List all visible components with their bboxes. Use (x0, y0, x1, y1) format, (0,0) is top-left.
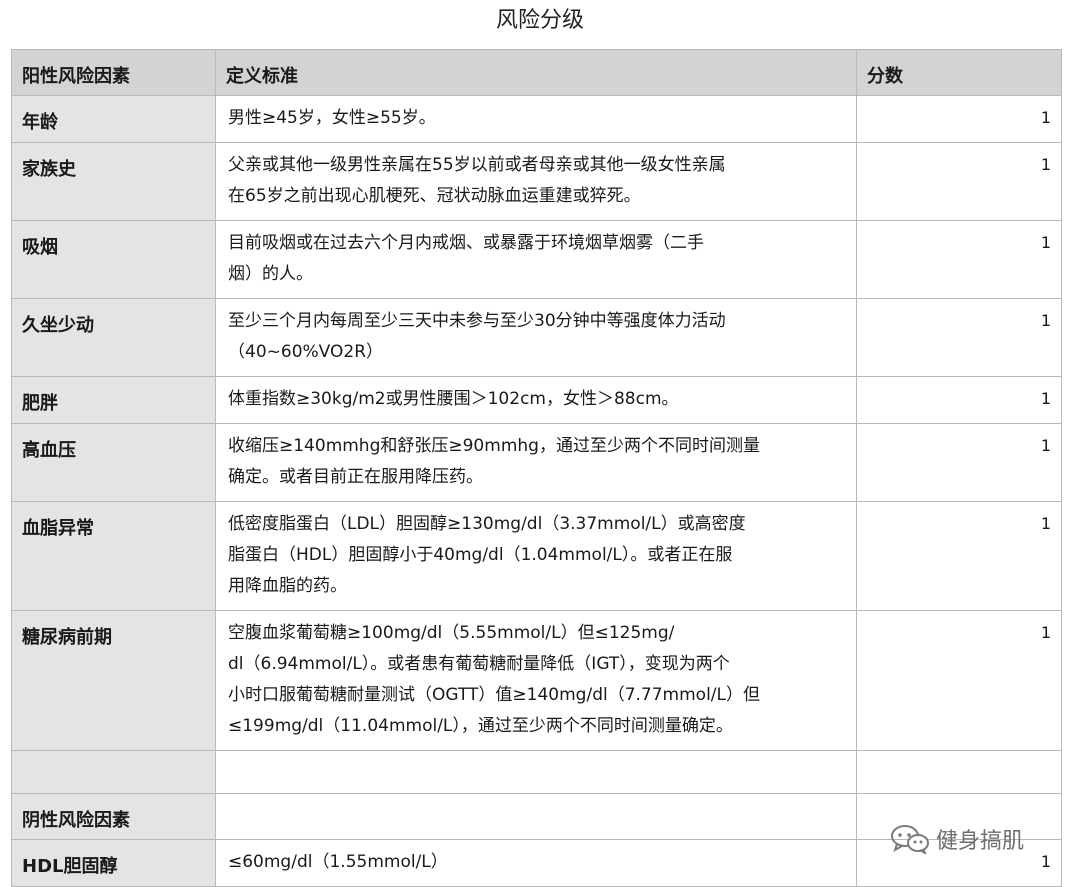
definition-line: 脂蛋白（HDL）胆固醇小于40mg/dl（1.04mmol/L）。或者正在服 (228, 545, 733, 565)
table-row (11, 750, 1062, 794)
risk-factor-cell: 肥胖 (11, 376, 216, 424)
definition-line: 用降血脂的药。 (228, 576, 347, 596)
definition-line: 烟）的人。 (228, 264, 313, 284)
definition-line: 在65岁之前出现心肌梗死、冠状动脉血运重建或猝死。 (228, 186, 641, 206)
definition-cell: 父亲或其他一级男性亲属在55岁以前或者母亲或其他一级女性亲属 在65岁之前出现心肌… (215, 142, 857, 221)
column-header: 定义标准 (215, 49, 857, 96)
definition-line: 确定。或者目前正在服用降压药。 (228, 467, 483, 487)
table-row: 吸烟 目前吸烟或在过去六个月内戒烟、或暴露于环境烟草烟雾（二手 烟）的人。 1 (11, 220, 1062, 299)
definition-line: 至少三个月内每周至少三天中未参与至少30分钟中等强度体力活动 (228, 311, 726, 331)
risk-factor-cell: HDL胆固醇 (11, 839, 216, 887)
column-header: 分数 (856, 49, 1062, 96)
watermark-text: 健身搞肌 (936, 829, 1025, 854)
risk-factor-cell: 年龄 (11, 95, 216, 143)
score-cell: 1 (856, 423, 1062, 502)
table-row: 年龄 男性≥45岁，女性≥55岁。 1 (11, 95, 1062, 143)
definition-line: 小时口服葡萄糖耐量测试（OGTT）值≥140mg/dl（7.77mmol/L）但 (228, 685, 760, 705)
definition-cell (215, 793, 857, 840)
risk-factor-cell: 家族史 (11, 142, 216, 221)
definition-cell: 目前吸烟或在过去六个月内戒烟、或暴露于环境烟草烟雾（二手 烟）的人。 (215, 220, 857, 299)
risk-factor-cell: 血脂异常 (11, 501, 216, 611)
definition-line: 男性≥45岁，女性≥55岁。 (228, 108, 436, 128)
column-header: 阳性风险因素 (11, 49, 216, 96)
definition-line: （40~60%VO2R） (228, 342, 384, 362)
score-cell: 1 (856, 95, 1062, 143)
definition-cell: 空腹血浆葡萄糖≥100mg/dl（5.55mmol/L）但≤125mg/dl（6… (215, 610, 857, 751)
definition-line: 目前吸烟或在过去六个月内戒烟、或暴露于环境烟草烟雾（二手 (228, 233, 704, 253)
table-header-row: 阳性风险因素 定义标准 分数 (11, 49, 1062, 96)
table-row: 久坐少动 至少三个月内每周至少三天中未参与至少30分钟中等强度体力活动 （40~60… (11, 298, 1062, 377)
risk-factor-cell: 久坐少动 (11, 298, 216, 377)
definition-line: 空腹血浆葡萄糖≥100mg/dl（5.55mmol/L）但≤125mg/ (228, 623, 675, 643)
table-row: 肥胖 体重指数≥30kg/m2或男性腰围＞102cm，女性＞88cm。 1 (11, 376, 1062, 424)
watermark: 健身搞肌 (890, 822, 1024, 856)
table-row: 糖尿病前期 空腹血浆葡萄糖≥100mg/dl（5.55mmol/L）但≤125mg… (11, 610, 1062, 751)
table-row: 血脂异常 低密度脂蛋白（LDL）胆固醇≥130mg/dl（3.37mmol/L）或… (11, 501, 1062, 611)
definition-line: 体重指数≥30kg/m2或男性腰围＞102cm，女性＞88cm。 (228, 389, 679, 409)
definition-cell: 至少三个月内每周至少三天中未参与至少30分钟中等强度体力活动 （40~60%VO2… (215, 298, 857, 377)
page-title: 风险分级 (495, 8, 584, 33)
definition-cell: ≤60mg/dl（1.55mmol/L） (215, 839, 857, 887)
risk-factor-cell: 糖尿病前期 (11, 610, 216, 751)
risk-factor-cell: 高血压 (11, 423, 216, 502)
definition-line: 收缩压≥140mmhg和舒张压≥90mmhg，通过至少两个不同时间测量 (228, 436, 760, 456)
definition-cell (215, 750, 857, 794)
score-cell (856, 750, 1062, 794)
definition-line: ≤60mg/dl（1.55mmol/L） (228, 852, 448, 872)
definition-line: 父亲或其他一级男性亲属在55岁以前或者母亲或其他一级女性亲属 (228, 155, 726, 175)
definition-cell: 低密度脂蛋白（LDL）胆固醇≥130mg/dl（3.37mmol/L）或高密度脂… (215, 501, 857, 611)
risk-factor-cell (11, 750, 216, 794)
risk-factor-cell: 阴性风险因素 (11, 793, 216, 840)
risk-factor-cell: 吸烟 (11, 220, 216, 299)
definition-cell: 男性≥45岁，女性≥55岁。 (215, 95, 857, 143)
score-cell: 1 (856, 142, 1062, 221)
score-cell: 1 (856, 220, 1062, 299)
score-cell: 1 (856, 501, 1062, 611)
definition-line: ≤199mg/dl（11.04mmol/L），通过至少两个不同时间测量确定。 (228, 716, 733, 736)
table-row: 家族史 父亲或其他一级男性亲属在55岁以前或者母亲或其他一级女性亲属 在65岁之前出… (11, 142, 1062, 221)
definition-cell: 体重指数≥30kg/m2或男性腰围＞102cm，女性＞88cm。 (215, 376, 857, 424)
definition-line: dl（6.94mmol/L）。或者患有葡萄糖耐量降低（IGT），变现为两个 (228, 654, 730, 674)
score-cell: 1 (856, 298, 1062, 377)
wechat-icon (891, 825, 929, 854)
definition-line: 低密度脂蛋白（LDL）胆固醇≥130mg/dl（3.37mmol/L）或高密度 (228, 514, 746, 534)
score-cell: 1 (856, 376, 1062, 424)
risk-table: 阳性风险因素 定义标准 分数 年龄 男性≥45岁，女性≥55岁。 1 家族史 父亲或其他… (11, 49, 1062, 887)
score-cell: 1 (856, 610, 1062, 751)
definition-cell: 收缩压≥140mmhg和舒张压≥90mmhg，通过至少两个不同时间测量 确定。或者… (215, 423, 857, 502)
table-row: 高血压 收缩压≥140mmhg和舒张压≥90mmhg，通过至少两个不同时间测量 确定… (11, 423, 1062, 502)
